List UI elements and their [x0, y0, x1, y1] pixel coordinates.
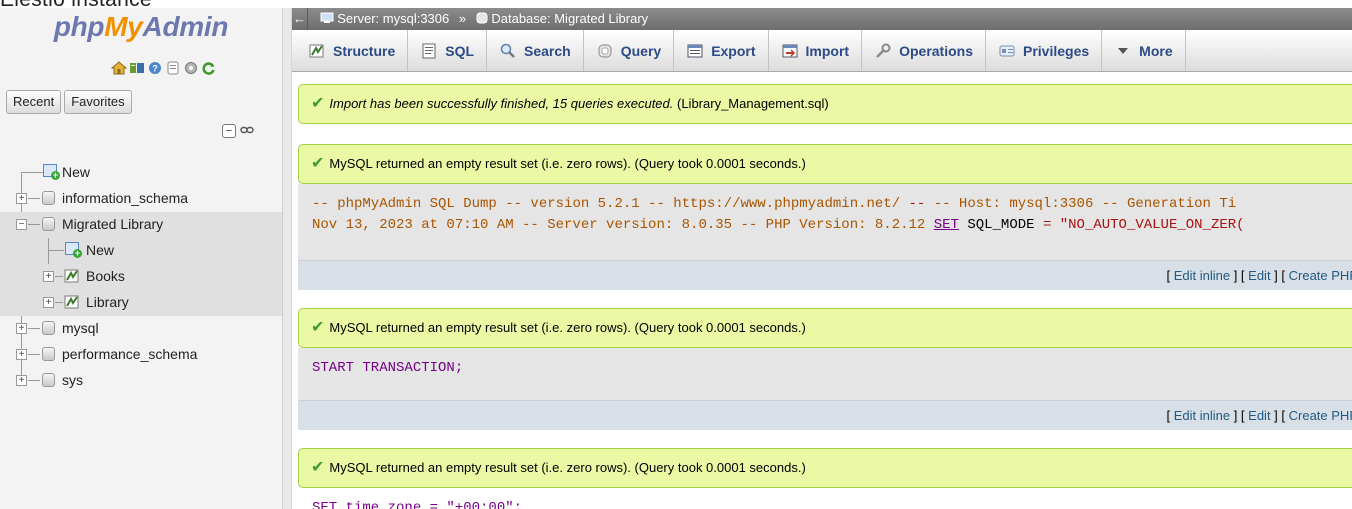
phpmyadmin-logo[interactable]: phpMyAdmin	[0, 11, 282, 43]
expand-icon[interactable]: +	[43, 297, 54, 308]
results-area: ✔ Import has been successfully finished, …	[292, 72, 1352, 509]
expand-icon[interactable]: +	[16, 349, 27, 360]
search-icon	[499, 43, 517, 59]
success-check-icon: ✔	[311, 459, 325, 476]
home-icon[interactable]	[111, 60, 127, 76]
tree-item-mysql[interactable]: + mysql	[0, 316, 282, 342]
tree-item-label: performance_schema	[62, 346, 198, 362]
tree-item-library[interactable]: + Library	[0, 290, 282, 316]
privileges-icon	[998, 43, 1016, 59]
docs-icon[interactable]	[165, 60, 181, 76]
tree-item-label: Migrated Library	[62, 216, 164, 232]
table-icon	[64, 268, 80, 283]
tree-item-migrated-library[interactable]: − Migrated Library	[0, 212, 282, 238]
database-icon	[42, 217, 55, 231]
main-panel: ← Server: mysql:3306 » Database: Migrate…	[292, 8, 1352, 509]
breadcrumb-server[interactable]: Server: mysql:3306	[337, 11, 449, 26]
tree-item-label: New	[86, 242, 115, 258]
success-check-icon: ✔	[311, 155, 325, 172]
structure-icon	[308, 43, 326, 59]
tree-controls: −	[222, 124, 254, 138]
favorites-button[interactable]: Favorites	[64, 90, 132, 114]
collapse-icon[interactable]: −	[16, 219, 27, 230]
create-php-link[interactable]: Create PHP	[1289, 408, 1352, 423]
tree-item-new-table[interactable]: + New	[0, 238, 282, 306]
expand-icon[interactable]: +	[16, 323, 27, 334]
edit-inline-link[interactable]: Edit inline	[1174, 268, 1230, 283]
tab-structure[interactable]: Structure	[292, 30, 409, 71]
import-icon	[781, 43, 799, 59]
tab-operations[interactable]: Operations	[862, 30, 986, 71]
new-icon: +	[43, 164, 60, 180]
tab-sql[interactable]: SQL	[408, 30, 488, 71]
export-icon	[686, 43, 704, 59]
recent-button[interactable]: Recent	[6, 90, 62, 114]
settings-icon[interactable]	[183, 60, 199, 76]
tree-item-sys[interactable]: + sys	[0, 368, 282, 394]
sidebar-tabs: Recent Favorites	[6, 90, 132, 114]
database-icon	[42, 347, 55, 361]
new-icon: +	[65, 242, 82, 258]
help-icon[interactable]: ?	[147, 60, 163, 76]
server-icon	[320, 11, 334, 26]
sql-icon	[420, 43, 438, 59]
breadcrumb-separator: »	[458, 11, 467, 26]
database-icon	[42, 321, 55, 335]
tree-item-label: Library	[86, 294, 129, 310]
sql-code-block[interactable]: SET time_zone = "+00:00";	[298, 488, 1352, 509]
tab-privileges[interactable]: Privileges	[986, 30, 1103, 71]
breadcrumb: ← Server: mysql:3306 » Database: Migrate…	[292, 8, 1352, 30]
tree-item-performance-schema[interactable]: + performance_schema	[0, 342, 282, 368]
edit-link[interactable]: Edit	[1248, 408, 1270, 423]
database-tree: + New + information_schema − Migrated Li…	[0, 160, 282, 394]
database-icon	[42, 373, 55, 387]
collapse-all-icon[interactable]: −	[222, 124, 236, 138]
import-success-message: ✔ Import has been successfully finished, …	[298, 84, 1352, 124]
table-icon	[64, 294, 80, 309]
database-icon	[42, 191, 55, 205]
breadcrumb-database[interactable]: Database: Migrated Library	[491, 11, 648, 26]
expand-icon[interactable]: +	[16, 193, 27, 204]
edit-link[interactable]: Edit	[1248, 268, 1270, 283]
tree-item-new[interactable]: + New	[0, 160, 282, 186]
expand-icon[interactable]: +	[43, 271, 54, 282]
sql-code-block[interactable]: START TRANSACTION;	[298, 348, 1352, 400]
query-actions-bar: [ Edit inline ] [ Edit ] [ Create PHP	[298, 260, 1352, 290]
triangle-down-icon	[1114, 43, 1132, 59]
create-php-link[interactable]: Create PHP	[1289, 268, 1352, 283]
tree-item-label: information_schema	[62, 190, 189, 206]
sql-code-block[interactable]: -- phpMyAdmin SQL Dump -- version 5.2.1 …	[298, 184, 1352, 260]
database-icon[interactable]	[129, 60, 145, 76]
wrench-icon	[874, 43, 892, 59]
success-check-icon: ✔	[311, 95, 325, 112]
tree-item-label: New	[62, 164, 91, 180]
expand-icon[interactable]: +	[16, 375, 27, 386]
tab-export[interactable]: Export	[674, 30, 769, 71]
back-arrow-icon[interactable]: ←	[292, 8, 308, 30]
tab-search[interactable]: Search	[487, 30, 584, 71]
query-icon	[596, 43, 614, 59]
query-result-message: ✔ MySQL returned an empty result set (i.e…	[298, 308, 1352, 348]
success-check-icon: ✔	[311, 319, 325, 336]
tab-more[interactable]: More	[1102, 30, 1186, 71]
tree-item-label: sys	[62, 372, 83, 388]
query-result-message: ✔ MySQL returned an empty result set (i.e…	[298, 448, 1352, 488]
database-icon	[476, 11, 488, 26]
edit-inline-link[interactable]: Edit inline	[1174, 408, 1230, 423]
tree-item-books[interactable]: + Books	[0, 264, 282, 290]
tab-menu: Structure SQL Search Query Export Import…	[292, 30, 1352, 72]
link-icon[interactable]	[240, 124, 254, 138]
quick-links: ?	[111, 60, 217, 78]
tree-item-label: Books	[86, 268, 125, 284]
tab-import[interactable]: Import	[769, 30, 863, 71]
reload-icon[interactable]	[201, 60, 217, 76]
svg-text:?: ?	[152, 64, 158, 74]
tree-item-label: mysql	[62, 320, 99, 336]
tab-query[interactable]: Query	[584, 30, 675, 71]
navigation-sidebar: phpMyAdmin ? Recent Favorites − + New + …	[0, 8, 282, 509]
sidebar-resize-handle[interactable]	[282, 8, 292, 509]
query-result-message: ✔ MySQL returned an empty result set (i.e…	[298, 144, 1352, 184]
tree-item-information-schema[interactable]: + information_schema	[0, 186, 282, 212]
query-actions-bar: [ Edit inline ] [ Edit ] [ Create PHP	[298, 400, 1352, 430]
